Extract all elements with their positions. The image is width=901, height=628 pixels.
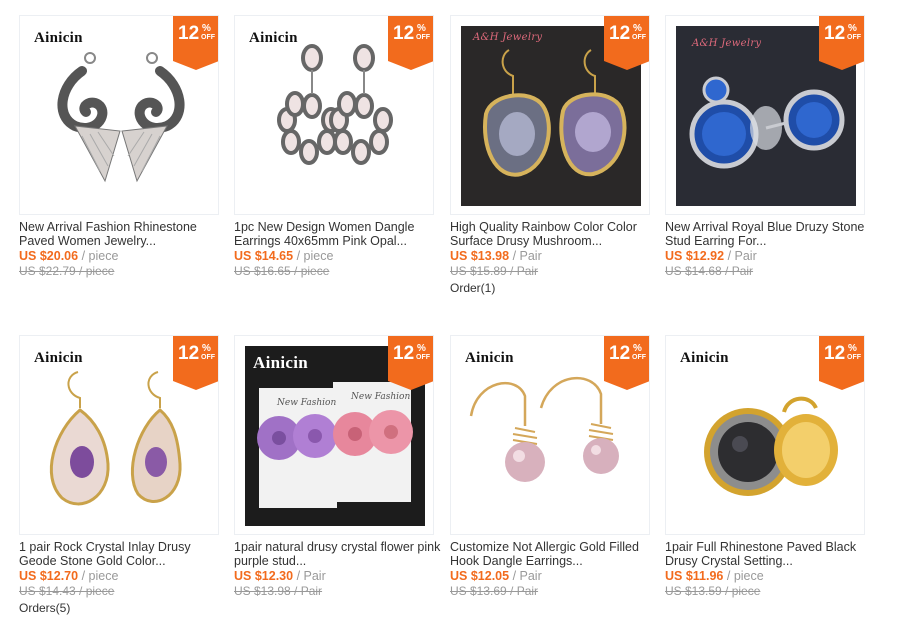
product-card[interactable]: Ainicin 12% OFF Customize Not Allergic Go… <box>450 335 652 599</box>
discount-badge: 12% OFF <box>388 16 433 70</box>
original-price: US $15.89 / Pair <box>450 264 539 278</box>
discount-badge: 12% OFF <box>604 16 649 70</box>
product-image[interactable]: New Fashion New Fashion Ainicin 12% OFF <box>234 335 434 535</box>
product-title-link[interactable]: 1pair Full Rhinestone Paved Black Drusy … <box>665 540 877 568</box>
product-title-link[interactable]: 1pc New Design Women Dangle Earrings 40x… <box>234 220 446 248</box>
product-card[interactable]: A&H Jewelry 12% OFF New Arrival Royal Blu… <box>665 15 867 279</box>
product-card[interactable]: Ainicin 12% OFF New Arrival Fashion Rhine… <box>19 15 221 279</box>
product-image[interactable]: A&H Jewelry 12% OFF <box>450 15 650 215</box>
price-line: US $12.70 / piece <box>19 569 119 583</box>
product-title-link[interactable]: 1pair natural drusy crystal flower pink … <box>234 540 446 568</box>
price-line: US $20.06 / piece <box>19 249 119 263</box>
product-card[interactable]: Ainicin 12% OFF 1pc New Design Women Dang… <box>234 15 436 279</box>
discount-badge: 12% OFF <box>819 336 864 390</box>
original-price: US $14.43 / piece <box>19 584 115 598</box>
brand-logo: Ainicin <box>34 30 83 46</box>
price-line: US $11.96 / piece <box>665 569 764 583</box>
card-fashion-label: New Fashion <box>351 392 411 402</box>
product-image[interactable]: Ainicin 12% OFF <box>19 335 219 535</box>
original-price: US $13.59 / piece <box>665 584 761 598</box>
product-title-link[interactable]: 1 pair Rock Crystal Inlay Drusy Geode St… <box>19 540 231 568</box>
discount-badge: 12% OFF <box>819 16 864 70</box>
brand-logo: Ainicin <box>465 350 514 366</box>
brand-logo: A&H Jewelry <box>473 32 543 43</box>
product-image[interactable]: Ainicin 12% OFF <box>450 335 650 535</box>
brand-logo: A&H Jewelry <box>692 38 762 49</box>
product-image[interactable]: Ainicin 12% OFF <box>234 15 434 215</box>
discount-badge: 12% OFF <box>173 336 218 390</box>
product-title-link[interactable]: High Quality Rainbow Color Color Surface… <box>450 220 662 248</box>
price-line: US $12.30 / Pair <box>234 569 326 583</box>
price-line: US $14.65 / piece <box>234 249 334 263</box>
card-fashion-label: New Fashion <box>277 398 337 408</box>
original-price: US $13.69 / Pair <box>450 584 539 598</box>
product-image[interactable]: Ainicin 12% OFF <box>665 335 865 535</box>
brand-logo: Ainicin <box>253 353 309 372</box>
price-line: US $12.05 / Pair <box>450 569 542 583</box>
order-count: Orders(5) <box>19 601 71 615</box>
discount-badge: 12% OFF <box>604 336 649 390</box>
discount-badge: 12% OFF <box>173 16 218 70</box>
product-card[interactable]: New Fashion New Fashion Ainicin 12% OFF 1… <box>234 335 440 599</box>
brand-logo: Ainicin <box>249 30 298 46</box>
original-price: US $13.98 / Pair <box>234 584 323 598</box>
original-price: US $16.65 / piece <box>234 264 330 278</box>
product-title-link[interactable]: New Arrival Fashion Rhinestone Paved Wom… <box>19 220 231 248</box>
original-price: US $22.79 / piece <box>19 264 115 278</box>
product-image[interactable]: A&H Jewelry 12% OFF <box>665 15 865 215</box>
product-image[interactable]: Ainicin 12% OFF <box>19 15 219 215</box>
product-card[interactable]: Ainicin 12% OFF 1 pair Rock Crystal Inlay… <box>19 335 221 616</box>
product-title-link[interactable]: New Arrival Royal Blue Druzy Stone Stud … <box>665 220 877 248</box>
discount-badge: 12% OFF <box>388 336 433 390</box>
product-card[interactable]: Ainicin 12% OFF 1pair Full Rhinestone Pav… <box>665 335 867 599</box>
brand-logo: Ainicin <box>34 350 83 366</box>
price-line: US $13.98 / Pair <box>450 249 542 263</box>
brand-logo: Ainicin <box>680 350 729 366</box>
price-line: US $12.92 / Pair <box>665 249 757 263</box>
product-card[interactable]: A&H Jewelry 12% OFF High Quality Rainbow … <box>450 15 652 296</box>
product-title-link[interactable]: Customize Not Allergic Gold Filled Hook … <box>450 540 662 568</box>
original-price: US $14.68 / Pair <box>665 264 754 278</box>
order-count: Order(1) <box>450 281 496 295</box>
